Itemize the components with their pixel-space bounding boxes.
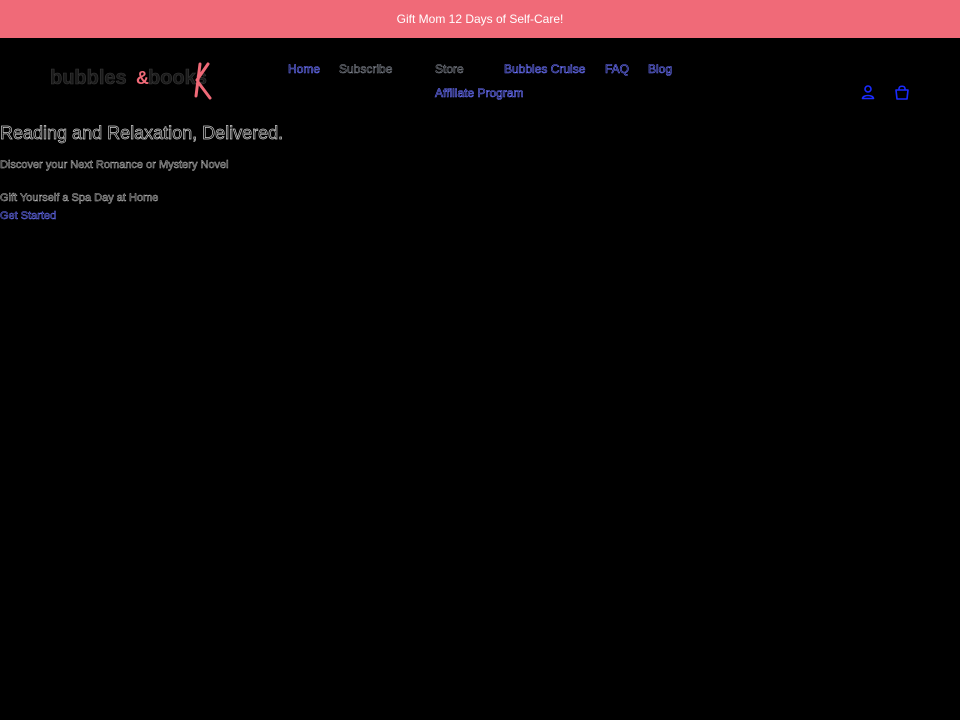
- get-started-link[interactable]: Get Started: [0, 210, 57, 223]
- announcement-bar[interactable]: Gift Mom 12 Days of Self-Care!: [0, 0, 960, 38]
- nav-subscribe[interactable]: Subscribe: [339, 62, 393, 77]
- nav-store[interactable]: Store: [435, 62, 464, 77]
- logo-wordmark: bubbles & books: [50, 62, 212, 100]
- hero-title: Reading and Relaxation, Delivered.: [0, 123, 284, 144]
- logo-word-bubbles: bubbles: [50, 67, 127, 89]
- announcement-text[interactable]: Gift Mom 12 Days of Self-Care!: [397, 12, 564, 26]
- nav-affiliate-program[interactable]: Affiliate Program: [435, 86, 524, 101]
- nav-bubbles-cruise[interactable]: Bubbles Cruise: [504, 62, 586, 77]
- site-logo[interactable]: bubbles & books: [50, 56, 220, 100]
- nav-home[interactable]: Home: [288, 62, 321, 77]
- nav-blog[interactable]: Blog: [648, 62, 673, 77]
- account-icon[interactable]: [859, 83, 877, 101]
- site-header: bubbles & books Home Subscribe Store Bub…: [0, 38, 960, 118]
- cart-icon[interactable]: [893, 83, 911, 101]
- nav-faq[interactable]: FAQ: [605, 62, 630, 77]
- hero-tagline: Gift Yourself a Spa Day at Home: [0, 192, 159, 205]
- hero-subtitle: Discover your Next Romance or Mystery No…: [0, 159, 229, 172]
